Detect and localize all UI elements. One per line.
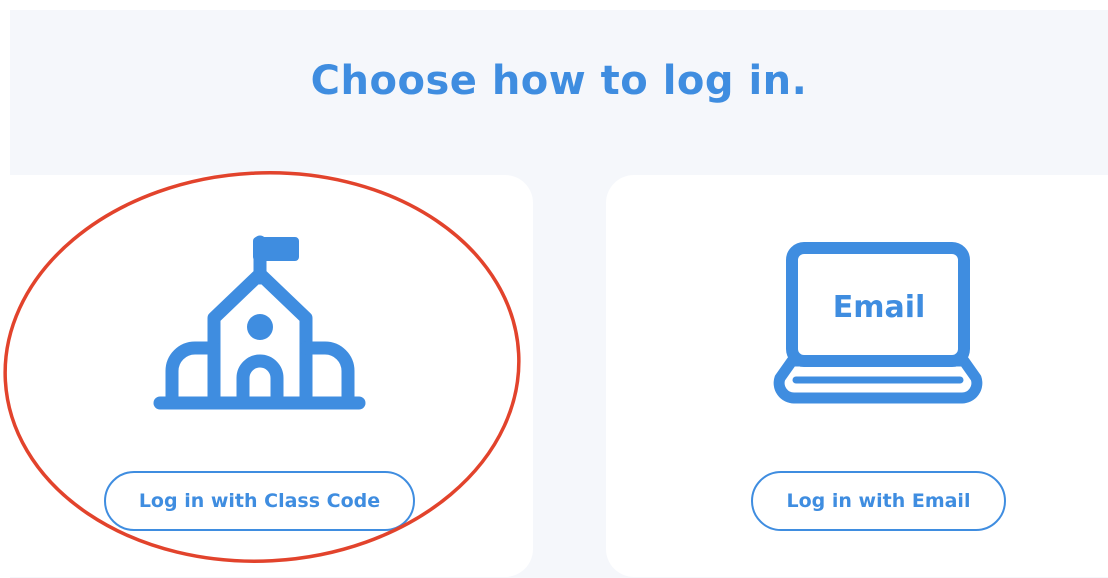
laptop-email-icon: Email [773,242,983,404]
laptop-icon-label: Email [833,290,926,325]
login-email-button[interactable]: Log in with Email [751,471,1006,531]
login-class-code-button[interactable]: Log in with Class Code [104,471,415,531]
page-title: Choose how to log in. [310,58,808,104]
school-icon [153,235,366,410]
login-choice-page: Choose how to log in. Email Log in with … [0,0,1108,578]
